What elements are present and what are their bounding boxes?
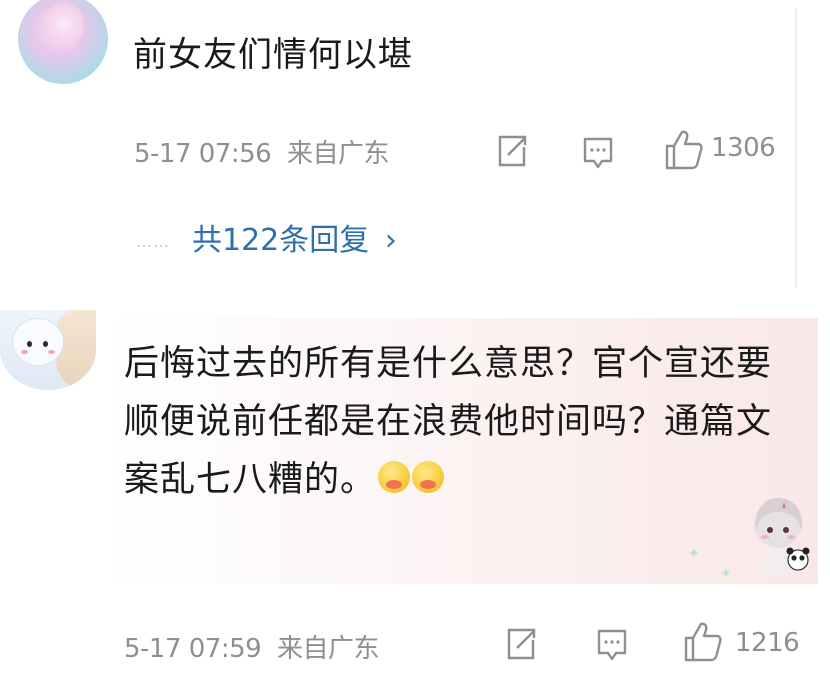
view-replies-link[interactable]: …… 共122条回复 › xyxy=(136,218,397,265)
comment-time: 5-17 07:56 xyxy=(134,139,272,169)
comment-meta: 5-17 07:56 来自广东 xyxy=(134,133,389,170)
share-icon[interactable] xyxy=(496,133,528,169)
comment-meta: 5-17 07:59 来自广东 xyxy=(124,628,379,665)
comment-text: 后悔过去的所有是什么意思？官个宣还要顺便说前任都是在浪费他时间吗？通篇文案乱七八… xyxy=(124,335,784,509)
comment-time: 5-17 07:59 xyxy=(124,634,262,664)
comment-icon[interactable] xyxy=(582,135,614,171)
chevron-right-icon: › xyxy=(384,223,397,258)
bubble-decoration-icon xyxy=(754,498,810,574)
replies-label: 共122条回复 xyxy=(192,223,370,258)
sparkle-icon: ✦ xyxy=(720,566,732,582)
sparkle-icon: ✦ xyxy=(688,546,700,562)
comment-text-body: 后悔过去的所有是什么意思？官个宣还要顺便说前任都是在浪费他时间吗？通篇文案乱七八… xyxy=(124,344,773,500)
avatar[interactable] xyxy=(18,0,108,84)
comment-text: 前女友们情何以堪 xyxy=(133,35,413,75)
replies-dots: …… xyxy=(136,231,170,251)
emoji-icon xyxy=(412,461,445,493)
thumbs-up-icon[interactable] xyxy=(664,128,704,170)
like-count: 1216 xyxy=(735,628,800,658)
like-count: 1306 xyxy=(711,133,776,163)
comment-icon[interactable] xyxy=(596,627,628,663)
thumbs-up-icon[interactable] xyxy=(683,620,723,662)
avatar[interactable] xyxy=(0,310,96,390)
share-icon[interactable] xyxy=(505,626,537,662)
comment-location: 来自广东 xyxy=(286,139,390,169)
divider xyxy=(795,8,797,288)
emoji-icon xyxy=(378,461,411,493)
comment-location: 来自广东 xyxy=(276,634,380,664)
